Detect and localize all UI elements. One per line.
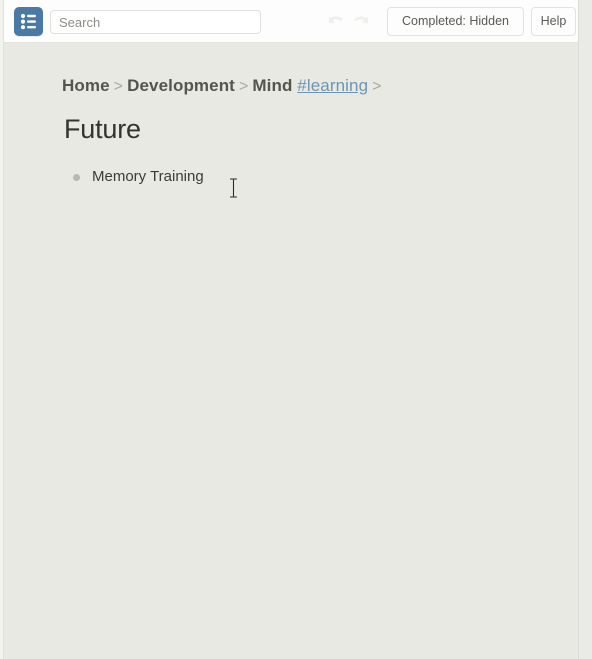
bullet-dot-icon	[73, 174, 80, 181]
app-window: Completed: Hidden Help Home>Development>…	[0, 0, 592, 659]
breadcrumb-separator: >	[238, 78, 249, 95]
breadcrumb-item-home[interactable]: Home	[62, 76, 110, 95]
undo-arrow-icon[interactable]	[326, 13, 346, 29]
task-list: Memory Training	[64, 164, 494, 190]
page-title: Future	[64, 114, 141, 144]
breadcrumb-item-development[interactable]: Development	[127, 76, 235, 95]
top-toolbar: Completed: Hidden Help	[4, 0, 592, 43]
right-gutter	[579, 0, 592, 659]
list-item[interactable]: Memory Training	[64, 164, 494, 190]
redo-arrow-icon[interactable]	[351, 13, 371, 29]
breadcrumb-separator: >	[113, 78, 124, 95]
breadcrumb-item-mind[interactable]: Mind	[252, 76, 292, 95]
list-item-label: Memory Training	[92, 168, 204, 185]
breadcrumb: Home > Development > Mind #learning >	[62, 76, 386, 96]
list-menu-icon[interactable]	[14, 7, 43, 36]
content-area: Home > Development > Mind #learning > Future …	[5, 44, 578, 659]
text-caret-cursor	[229, 178, 238, 198]
right-divider	[578, 0, 579, 659]
help-button[interactable]: Help	[531, 7, 576, 36]
search-input[interactable]	[50, 10, 261, 34]
completed-filter-button[interactable]: Completed: Hidden	[387, 7, 524, 36]
left-rail	[0, 0, 4, 659]
breadcrumb-separator: >	[372, 78, 382, 95]
breadcrumb-tag-learning[interactable]: #learning	[297, 76, 368, 95]
